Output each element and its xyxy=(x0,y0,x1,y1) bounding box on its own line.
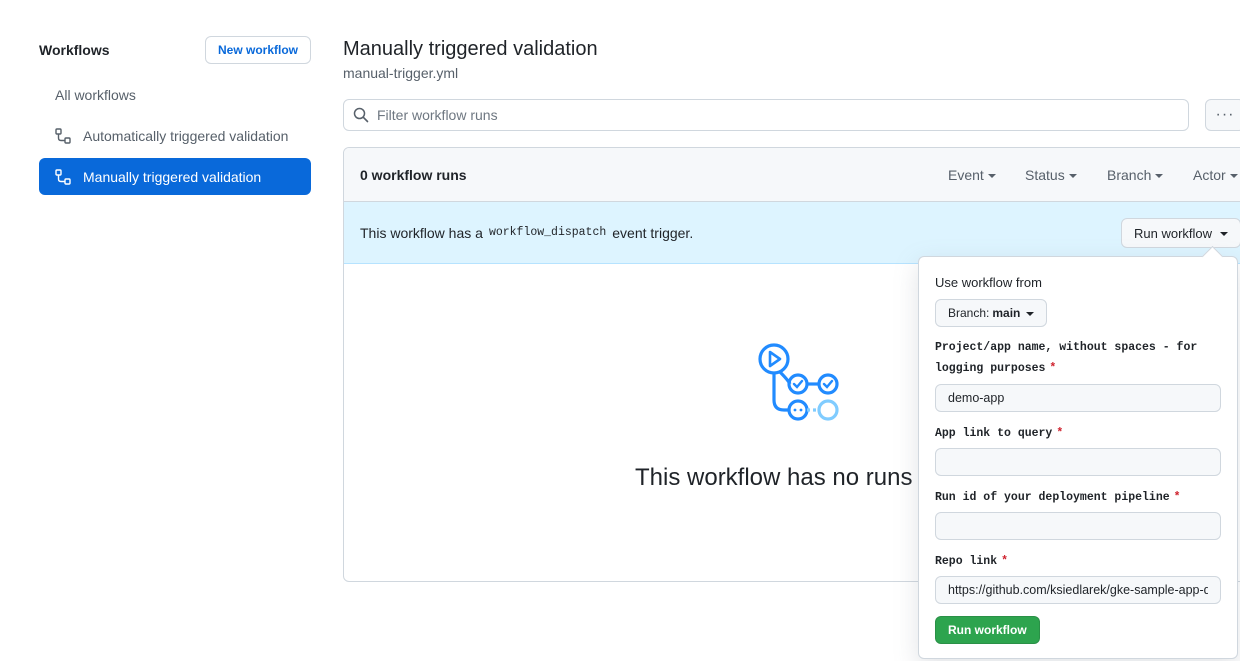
workflow-main: Manually triggered validation manual-tri… xyxy=(343,36,1240,582)
field-label: App link to query * xyxy=(935,423,1221,444)
actor-filter-label: Actor xyxy=(1193,167,1238,183)
use-workflow-from-label: Use workflow from xyxy=(935,275,1042,290)
workflow-icon xyxy=(55,127,71,144)
field-project-name: Project/app name, without spaces - for l… xyxy=(935,337,1221,412)
runs-header: 0 workflow runs Event Status Branch Acto… xyxy=(344,148,1240,202)
status-filter-label: Status xyxy=(1025,167,1077,183)
filter-label: Status xyxy=(1025,167,1065,183)
project-name-input[interactable] xyxy=(935,384,1221,412)
sidebar-item-label: All workflows xyxy=(55,86,136,103)
filter-label: Event xyxy=(948,167,984,183)
branch-value: main xyxy=(992,306,1021,320)
dispatch-text-before: This workflow has a xyxy=(360,224,483,241)
event-filter-label: Event xyxy=(948,167,996,183)
sidebar-item-automatically-triggered[interactable]: Automatically triggered validation xyxy=(39,117,311,154)
chevron-down-icon xyxy=(1155,174,1164,178)
search-icon xyxy=(353,107,369,123)
chevron-down-icon xyxy=(987,174,996,178)
filter-runs-input[interactable] xyxy=(377,107,1157,123)
field-label: Run id of your deployment pipeline * xyxy=(935,487,1221,508)
actions-workflow-illustration-icon xyxy=(758,343,839,421)
field-label-line1: Project/app name, without spaces - for xyxy=(935,341,1198,354)
field-label-line1: App link to query xyxy=(935,427,1053,440)
field-app-link: App link to query * xyxy=(935,423,1221,476)
event-filter[interactable]: Event xyxy=(948,148,996,202)
field-label-line2: logging purposes xyxy=(935,362,1046,375)
run-id-input[interactable] xyxy=(935,512,1221,540)
filter-label: Branch xyxy=(1107,167,1152,183)
actor-filter[interactable]: Actor xyxy=(1193,148,1238,202)
page-title: Manually triggered validation xyxy=(343,38,598,60)
workflow-file-name: manual-trigger.yml xyxy=(343,65,459,81)
workflows-sidebar: Workflows New workflow All workflows Aut… xyxy=(39,36,311,199)
branch-select-button[interactable]: Branch: main xyxy=(935,299,1048,327)
dispatch-text-after: event trigger. xyxy=(612,224,694,241)
app-link-input[interactable] xyxy=(935,448,1221,476)
branch-prefix: Branch: xyxy=(948,306,990,320)
repo-link-input[interactable] xyxy=(935,576,1221,604)
field-label: Project/app name, without spaces - for l… xyxy=(935,337,1221,379)
new-workflow-button[interactable]: New workflow xyxy=(204,36,311,64)
run-workflow-label: Run workflow xyxy=(1134,225,1213,241)
chevron-down-icon xyxy=(1068,174,1077,178)
branch-filter[interactable]: Branch xyxy=(1107,148,1164,202)
chevron-down-icon xyxy=(1229,174,1238,178)
filter-label: Actor xyxy=(1193,167,1226,183)
run-workflow-dropdown-button[interactable]: Run workflow xyxy=(1121,218,1240,248)
field-label-line1: Repo link xyxy=(935,555,998,568)
empty-state-title: This workflow has no runs yet. xyxy=(635,464,958,491)
run-workflow-popover: Use workflow from Branch: main Project/a… xyxy=(918,256,1238,659)
chevron-down-icon xyxy=(1026,312,1035,316)
sidebar-item-manually-triggered[interactable]: Manually triggered validation xyxy=(39,158,311,195)
run-workflow-submit-button[interactable]: Run workflow xyxy=(935,616,1040,644)
field-label-line1: Run id of your deployment pipeline xyxy=(935,491,1170,504)
field-repo-link: Repo link * xyxy=(935,551,1221,604)
runs-count: 0 workflow runs xyxy=(360,166,467,183)
branch-filter-label: Branch xyxy=(1107,167,1164,183)
dispatch-trigger-banner: This workflow has a workflow_dispatch ev… xyxy=(344,202,1240,264)
field-label: Repo link * xyxy=(935,551,1221,572)
sidebar-header: Workflows New workflow xyxy=(39,36,311,64)
required-mark: * xyxy=(1173,491,1181,504)
filter-row: ··· xyxy=(343,99,1240,131)
sidebar-item-label: Manually triggered validation xyxy=(83,168,262,185)
sidebar-title: Workflows xyxy=(39,42,110,58)
filter-box xyxy=(343,99,1189,131)
status-filter[interactable]: Status xyxy=(1025,148,1077,202)
required-mark: * xyxy=(1056,427,1064,440)
workflow-icon xyxy=(55,168,71,185)
required-mark: * xyxy=(1001,555,1009,568)
more-options-button[interactable]: ··· xyxy=(1205,99,1240,131)
chevron-down-icon xyxy=(1220,232,1229,236)
field-run-id: Run id of your deployment pipeline * xyxy=(935,487,1221,540)
required-mark: * xyxy=(1049,362,1057,375)
sidebar-item-label: Automatically triggered validation xyxy=(83,127,289,144)
sidebar-item-all-workflows[interactable]: All workflows xyxy=(39,76,311,113)
dispatch-event-code: workflow_dispatch xyxy=(488,226,607,239)
